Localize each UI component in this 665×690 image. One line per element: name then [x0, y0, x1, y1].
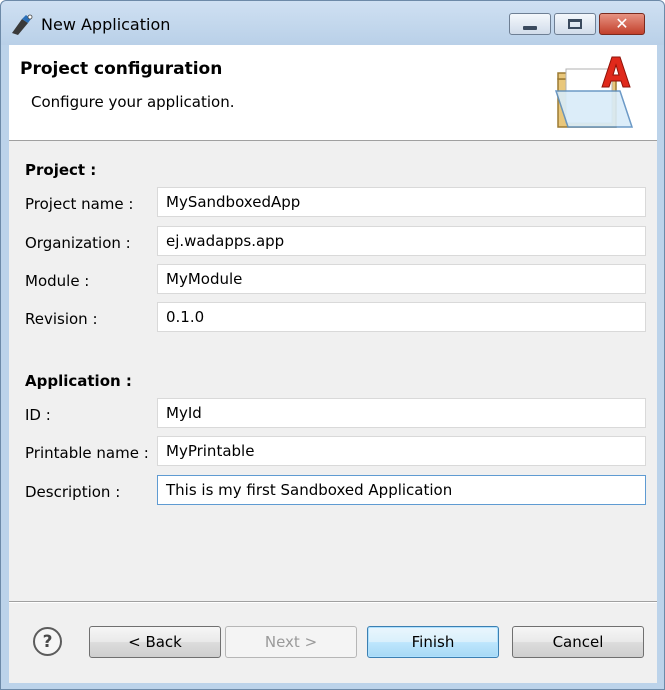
close-icon: ✕	[615, 14, 629, 33]
finish-button[interactable]: Finish	[367, 626, 499, 658]
title-bar[interactable]: New Application ✕	[1, 1, 664, 45]
description-input[interactable]: This is my first Sandboxed Application	[157, 475, 646, 505]
maximize-button[interactable]	[554, 13, 596, 35]
minimize-icon	[523, 26, 537, 30]
next-button[interactable]: Next >	[225, 626, 357, 658]
organization-input[interactable]: ej.wadapps.app	[157, 226, 646, 256]
minimize-button[interactable]	[509, 13, 551, 35]
module-label: Module :	[25, 272, 90, 290]
wizard-header: Project configuration Configure your app…	[9, 45, 657, 141]
app-icon	[12, 14, 33, 35]
printable-name-label: Printable name :	[25, 444, 149, 462]
description-label: Description :	[25, 483, 121, 501]
back-button[interactable]: < Back	[89, 626, 221, 658]
revision-label: Revision :	[25, 310, 98, 328]
module-input[interactable]: MyModule	[157, 264, 646, 294]
revision-input[interactable]: 0.1.0	[157, 302, 646, 332]
cancel-button[interactable]: Cancel	[512, 626, 644, 658]
folder-application-icon	[554, 56, 634, 128]
page-title: Project configuration	[20, 59, 223, 79]
new-application-dialog: New Application ✕ Project configuration …	[0, 0, 665, 690]
close-button[interactable]: ✕	[599, 13, 645, 35]
printable-name-input[interactable]: MyPrintable	[157, 436, 646, 466]
project-section-label: Project :	[25, 161, 97, 179]
project-name-input[interactable]: MySandboxedApp	[157, 187, 646, 217]
application-section-label: Application :	[25, 372, 132, 390]
id-input[interactable]: MyId	[157, 398, 646, 428]
dialog-client-area: Project configuration Configure your app…	[9, 45, 657, 683]
id-label: ID :	[25, 406, 51, 424]
window-title: New Application	[41, 15, 171, 34]
help-icon[interactable]: ?	[33, 627, 62, 656]
footer-separator	[9, 601, 657, 603]
maximize-icon	[568, 19, 582, 29]
project-name-label: Project name :	[25, 195, 134, 213]
organization-label: Organization :	[25, 234, 131, 252]
page-description: Configure your application.	[31, 93, 235, 111]
